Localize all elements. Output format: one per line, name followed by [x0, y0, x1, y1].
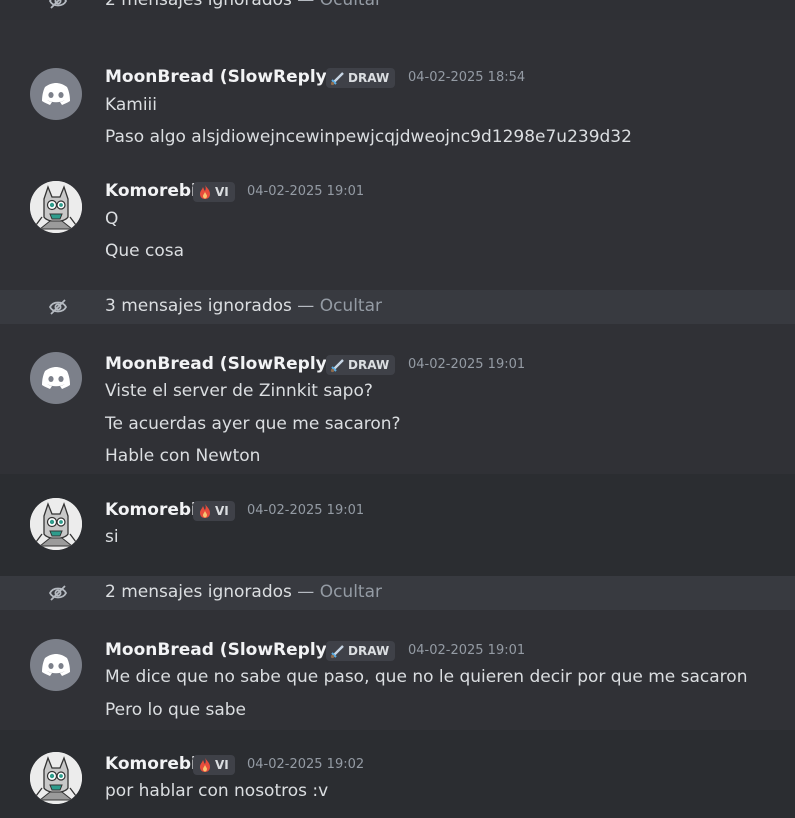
- role-tag: DRAW: [326, 641, 396, 661]
- timestamp[interactable]: 04-02-2025 19:01: [408, 357, 525, 372]
- eye-slash-icon: [48, 585, 68, 601]
- message-text: Hable con Newton: [105, 446, 261, 466]
- sword-icon: [330, 645, 344, 659]
- message-group-bg: [0, 730, 795, 818]
- timestamp[interactable]: 04-02-2025 18:54: [408, 70, 525, 85]
- discord-logo-icon: [42, 654, 70, 676]
- separator: —: [297, 582, 315, 602]
- tag-label: VI: [215, 504, 229, 518]
- timestamp[interactable]: 04-02-2025 19:01: [247, 503, 364, 518]
- tag-label: DRAW: [348, 71, 390, 85]
- fire-icon: [200, 758, 210, 772]
- sword-icon: [330, 72, 344, 86]
- tag-label: VI: [215, 185, 229, 199]
- avatar[interactable]: [30, 68, 82, 120]
- tag-label: DRAW: [348, 644, 390, 658]
- timestamp[interactable]: 04-02-2025 19:01: [247, 184, 364, 199]
- message-text: Q: [105, 209, 119, 229]
- author-name[interactable]: Komorebi: [105, 754, 197, 774]
- timestamp[interactable]: 04-02-2025 19:02: [247, 757, 364, 772]
- cat-avatar-image: [30, 498, 82, 550]
- message-text: Me dice que no sabe que paso, que no le …: [105, 667, 748, 687]
- message-text: por hablar con nosotros :v: [105, 781, 329, 801]
- message-text: Viste el server de Zinnkit sapo?: [105, 381, 373, 401]
- avatar[interactable]: [30, 498, 82, 550]
- timestamp[interactable]: 04-02-2025 19:01: [408, 643, 525, 658]
- author-name[interactable]: MoonBread (SlowReplys): [105, 354, 345, 374]
- role-tag: VI: [193, 501, 235, 521]
- message-text: si: [105, 527, 119, 547]
- author-name[interactable]: Komorebi: [105, 500, 197, 520]
- message-text: Que cosa: [105, 241, 185, 261]
- ignored-text: 2 mensajes ignorados — Ocultar: [105, 582, 382, 602]
- message-text: Pero lo que sabe: [105, 700, 247, 720]
- hide-ignored-link[interactable]: Ocultar: [320, 582, 382, 602]
- role-tag: VI: [193, 755, 235, 775]
- author-name[interactable]: MoonBread (SlowReplys): [105, 67, 345, 87]
- cat-avatar-image: [30, 181, 82, 233]
- separator: —: [297, 296, 315, 316]
- message-text: Paso algo alsjdiowejncewinpewjcqjdweojnc…: [105, 127, 632, 147]
- message-group: Komorebi VI 04-02-2025 19:02 por hablar …: [0, 0, 795, 804]
- discord-logo-icon: [42, 83, 70, 105]
- ignored-count-label: 3 mensajes ignorados: [105, 296, 292, 316]
- message-text: Kamiii: [105, 95, 157, 115]
- role-tag: VI: [193, 182, 235, 202]
- hide-ignored-link[interactable]: Ocultar: [320, 296, 382, 316]
- tag-label: VI: [215, 758, 229, 772]
- tag-label: DRAW: [348, 358, 390, 372]
- avatar[interactable]: [30, 639, 82, 691]
- ignored-text: 3 mensajes ignorados — Ocultar: [105, 296, 382, 316]
- author-name[interactable]: MoonBread (SlowReplys): [105, 640, 345, 660]
- author-name[interactable]: Komorebi: [105, 181, 197, 201]
- ignored-count-label: 2 mensajes ignorados: [105, 582, 292, 602]
- fire-icon: [200, 504, 210, 518]
- eye-slash-icon: [48, 299, 68, 315]
- cat-avatar-image: [30, 752, 82, 804]
- message-group-bg: [0, 474, 795, 576]
- role-tag: DRAW: [326, 68, 396, 88]
- message-text: Te acuerdas ayer que me sacaron?: [105, 414, 401, 434]
- fire-icon: [200, 185, 210, 199]
- avatar[interactable]: [30, 181, 82, 233]
- avatar[interactable]: [30, 352, 82, 404]
- avatar[interactable]: [30, 752, 82, 804]
- sword-icon: [330, 359, 344, 373]
- discord-logo-icon: [42, 367, 70, 389]
- ignored-messages-row: 3 mensajes ignorados — Ocultar: [0, 290, 795, 324]
- role-tag: DRAW: [326, 355, 396, 375]
- ignored-messages-row: 2 mensajes ignorados — Ocultar: [0, 576, 795, 610]
